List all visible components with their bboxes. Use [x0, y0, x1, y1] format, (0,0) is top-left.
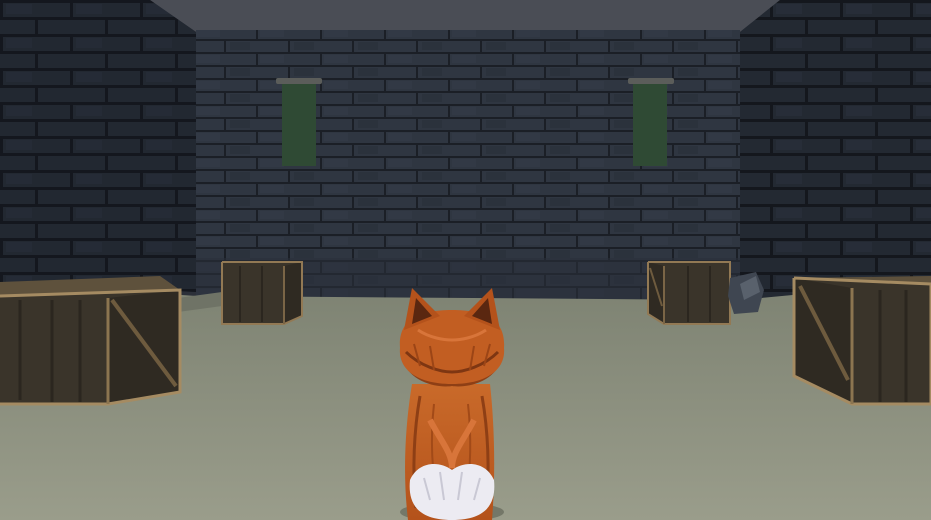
green-banner	[276, 78, 322, 166]
crate	[792, 276, 931, 406]
crate	[647, 261, 731, 325]
dungeon-scene	[0, 0, 931, 520]
game-viewport[interactable]	[0, 0, 931, 520]
crate	[221, 261, 303, 325]
fox-player	[399, 288, 505, 520]
crate	[0, 276, 182, 406]
rock	[728, 272, 764, 314]
ceiling	[150, 0, 780, 32]
